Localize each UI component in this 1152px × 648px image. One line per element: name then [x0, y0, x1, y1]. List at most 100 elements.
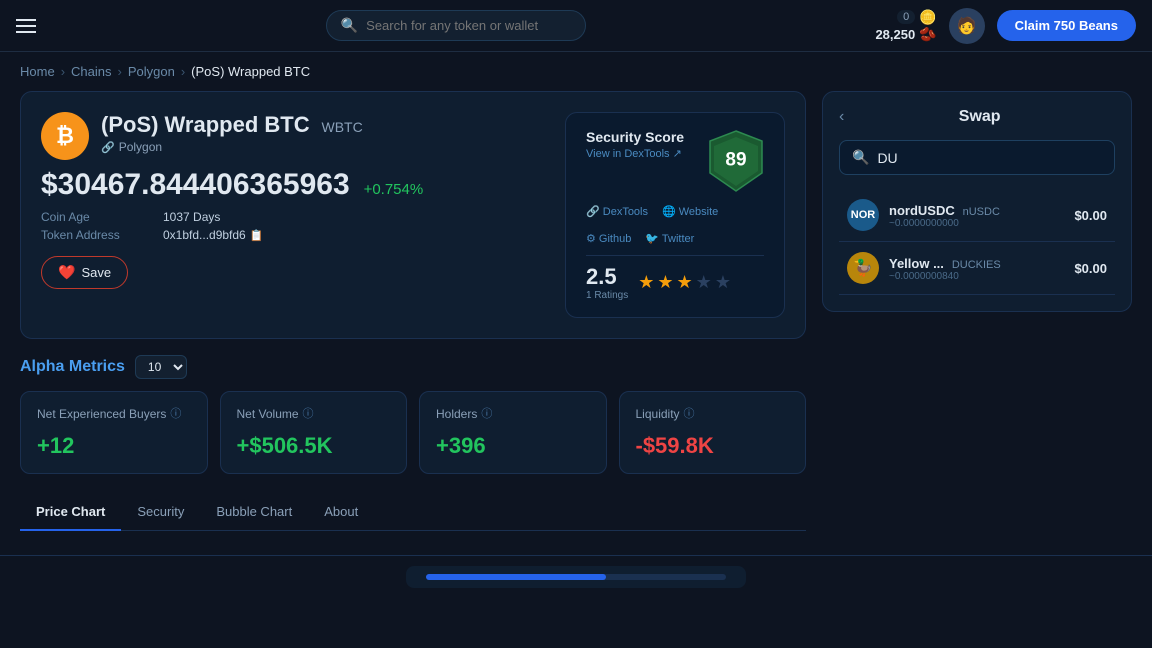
- security-subtitle-link[interactable]: View in DexTools ↗: [586, 147, 684, 160]
- breadcrumb: Home › Chains › Polygon › (PoS) Wrapped …: [0, 52, 1152, 91]
- search-input[interactable]: [366, 18, 571, 33]
- swap-results-list: NOR nordUSDC nUSDC ~0.0000000000 $0.00: [839, 189, 1115, 295]
- shield-container: 89: [708, 129, 764, 193]
- metric-label-buyers: Net Experienced Buyers ⓘ: [37, 406, 191, 423]
- beans-coin-icon: 🪙: [919, 9, 936, 26]
- rating-num-block: 2.5 1 Ratings: [586, 264, 628, 301]
- tab-about[interactable]: About: [308, 494, 374, 531]
- metric-card-holders: Holders ⓘ +396: [419, 391, 607, 474]
- swap-token-name-symbol-1: Yellow ... DUCKIES: [889, 255, 1001, 271]
- swap-token-symbol-1: DUCKIES: [952, 259, 1001, 271]
- beans-section: 0 🪙 28,250 🫘: [875, 9, 936, 43]
- metric-card-volume: Net Volume ⓘ +$506.5K: [220, 391, 408, 474]
- tab-bubble-chart[interactable]: Bubble Chart: [200, 494, 308, 531]
- alpha-metrics-section: Alpha Metrics 10 30 7 Net Experienced Bu…: [20, 355, 806, 474]
- breadcrumb-chains[interactable]: Chains: [71, 64, 111, 79]
- token-header: ₿ (PoS) Wrapped BTC WBTC 🔗 Polygon: [41, 112, 545, 160]
- sec-link-website[interactable]: 🌐 Website: [662, 205, 718, 218]
- token-meta: Coin Age 1037 Days Token Address 0x1bfd.…: [41, 210, 545, 242]
- alpha-header: Alpha Metrics 10 30 7: [20, 355, 806, 379]
- token-card-inner: ₿ (PoS) Wrapped BTC WBTC 🔗 Polygon: [41, 112, 785, 318]
- swap-token-price-1: $0.00: [1074, 261, 1107, 276]
- breadcrumb-home[interactable]: Home: [20, 64, 55, 79]
- sec-link-dextools[interactable]: 🔗 DexTools: [586, 205, 648, 218]
- chart-loading-indicator: [406, 566, 746, 588]
- swap-token-sub-1: ~0.0000000840: [889, 271, 1001, 282]
- right-panel: ‹ Swap 🔍 NOR nordUSDC nUSDC: [822, 91, 1132, 531]
- security-title: Security Score: [586, 129, 684, 145]
- global-search-bar[interactable]: 🔍: [326, 10, 586, 41]
- token-network: 🔗 Polygon: [101, 140, 363, 154]
- metric-card-liquidity: Liquidity ⓘ -$59.8K: [619, 391, 807, 474]
- breadcrumb-sep-2: ›: [118, 64, 122, 79]
- token-address-label: Token Address: [41, 228, 151, 242]
- swap-token-name-0: nordUSDC: [889, 203, 955, 218]
- claim-beans-button[interactable]: Claim 750 Beans: [997, 10, 1136, 41]
- token-name-block: (PoS) Wrapped BTC WBTC 🔗 Polygon: [101, 112, 363, 154]
- meta-row-address: Token Address 0x1bfd...d9bfd6 📋: [41, 228, 545, 242]
- breadcrumb-sep-1: ›: [61, 64, 65, 79]
- alpha-title: Alpha Metrics: [20, 358, 125, 376]
- security-text: Security Score View in DexTools ↗: [586, 129, 684, 160]
- breadcrumb-sep-3: ›: [181, 64, 185, 79]
- chart-bottom: [0, 555, 1152, 598]
- beans-small-icon: 🫘: [919, 26, 936, 43]
- user-avatar[interactable]: 🧑: [949, 8, 985, 44]
- coin-age-value: 1037 Days: [163, 210, 220, 224]
- swap-header: ‹ Swap: [839, 108, 1115, 126]
- info-icon-volume: ⓘ: [303, 407, 314, 422]
- swap-token-price-0: $0.00: [1074, 208, 1107, 223]
- header: 🔍 0 🪙 28,250 🫘 🧑 Claim 750 Beans: [0, 0, 1152, 52]
- alpha-period-select[interactable]: 10 30 7: [135, 355, 187, 379]
- beans-zero-badge: 0: [897, 10, 915, 24]
- swap-search-input[interactable]: [877, 150, 1102, 166]
- tab-security[interactable]: Security: [121, 494, 200, 531]
- metric-value-liquidity: -$59.8K: [636, 433, 790, 459]
- beans-count: 28,250: [875, 27, 915, 42]
- breadcrumb-current: (PoS) Wrapped BTC: [191, 64, 310, 79]
- token-left: ₿ (PoS) Wrapped BTC WBTC 🔗 Polygon: [41, 112, 545, 318]
- token-name: (PoS) Wrapped BTC: [101, 112, 310, 137]
- heart-icon: ❤️: [58, 264, 75, 281]
- swap-result-0[interactable]: NOR nordUSDC nUSDC ~0.0000000000 $0.00: [839, 189, 1115, 242]
- metric-value-volume: +$506.5K: [237, 433, 391, 459]
- menu-button[interactable]: [16, 19, 36, 33]
- avatar-icon: 🧑: [957, 16, 977, 36]
- info-icon-holders: ⓘ: [481, 407, 492, 422]
- main-content: ₿ (PoS) Wrapped BTC WBTC 🔗 Polygon: [0, 91, 1152, 551]
- security-top: Security Score View in DexTools ↗: [586, 129, 764, 193]
- swap-token-logo-0: NOR: [847, 199, 879, 231]
- token-full-name: (PoS) Wrapped BTC WBTC: [101, 112, 363, 138]
- price-change: +0.754%: [364, 181, 424, 198]
- header-left: [16, 19, 36, 33]
- sec-link-github[interactable]: ⚙ Github: [586, 232, 631, 245]
- metric-card-buyers: Net Experienced Buyers ⓘ +12: [20, 391, 208, 474]
- star-5: ★: [715, 272, 731, 293]
- token-address-value: 0x1bfd...d9bfd6 📋: [163, 228, 263, 242]
- save-label: Save: [81, 265, 111, 280]
- sec-link-twitter[interactable]: 🐦 Twitter: [645, 232, 694, 245]
- token-right: Security Score View in DexTools ↗: [565, 112, 785, 318]
- header-right: 0 🪙 28,250 🫘 🧑 Claim 750 Beans: [875, 8, 1136, 44]
- star-2: ★: [657, 272, 673, 293]
- tab-price-chart[interactable]: Price Chart: [20, 494, 121, 531]
- token-network-name: Polygon: [119, 140, 162, 154]
- copy-address-icon[interactable]: 📋: [250, 229, 264, 242]
- save-button[interactable]: ❤️ Save: [41, 256, 128, 289]
- token-card: ₿ (PoS) Wrapped BTC WBTC 🔗 Polygon: [20, 91, 806, 339]
- token-price-row: $30467.844406365963 +0.754%: [41, 168, 545, 202]
- breadcrumb-polygon[interactable]: Polygon: [128, 64, 175, 79]
- swap-search-icon: 🔍: [852, 149, 869, 166]
- network-link-icon: 🔗: [101, 141, 115, 154]
- star-1: ★: [638, 272, 654, 293]
- info-icon-buyers: ⓘ: [170, 407, 181, 422]
- metric-value-buyers: +12: [37, 433, 191, 459]
- metrics-grid: Net Experienced Buyers ⓘ +12 Net Volume …: [20, 391, 806, 474]
- swap-result-1[interactable]: 🦆 Yellow ... DUCKIES ~0.0000000840 $0.00: [839, 242, 1115, 295]
- left-panel: ₿ (PoS) Wrapped BTC WBTC 🔗 Polygon: [20, 91, 806, 531]
- swap-token-sub-0: ~0.0000000000: [889, 218, 1000, 229]
- metric-value-holders: +396: [436, 433, 590, 459]
- swap-search-bar[interactable]: 🔍: [839, 140, 1115, 175]
- token-symbol: WBTC: [321, 119, 362, 135]
- token-price: $30467.844406365963: [41, 168, 350, 201]
